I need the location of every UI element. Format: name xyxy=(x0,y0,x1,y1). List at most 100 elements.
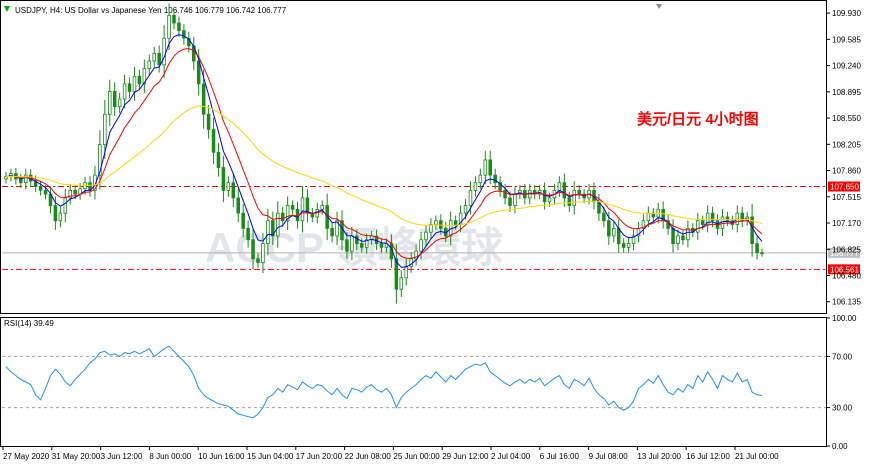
rsi-tick-label: 30.00 xyxy=(832,404,853,413)
candle-body xyxy=(360,243,364,248)
candle-body xyxy=(567,197,572,206)
x-tick-label: 21 Jul 00:00 xyxy=(735,452,779,461)
candle-body xyxy=(43,189,48,195)
candle-body xyxy=(231,182,236,199)
y-tick-label: 107.515 xyxy=(832,193,861,202)
candle-body xyxy=(24,174,28,184)
candle-body xyxy=(19,178,23,184)
candle-body xyxy=(355,235,359,244)
y-tick-label: 109.585 xyxy=(832,35,861,44)
candle-body xyxy=(73,189,77,195)
candle-body xyxy=(434,220,438,225)
x-tick-label: 17 Jun 20:00 xyxy=(296,452,343,461)
candle-body xyxy=(483,159,488,176)
candle-body xyxy=(676,235,680,244)
y-tick-label: 107.860 xyxy=(832,167,861,176)
candle-body xyxy=(112,91,117,108)
candle-body xyxy=(350,235,354,252)
candle-body xyxy=(419,239,423,252)
candle-body xyxy=(404,265,408,279)
candle-body xyxy=(557,182,562,191)
candle-body xyxy=(251,239,255,260)
candle-body xyxy=(696,220,700,233)
candle-body xyxy=(177,22,181,32)
candle-body xyxy=(503,189,507,199)
candle-body xyxy=(379,243,384,248)
candle-body xyxy=(241,212,245,229)
y-tick-label: 106.825 xyxy=(832,245,861,254)
y-tick-label: 108.550 xyxy=(832,114,861,123)
y-tick-label: 108.205 xyxy=(832,140,861,149)
candle-body xyxy=(700,220,705,225)
candle-body xyxy=(725,216,730,222)
candle-body xyxy=(157,53,161,66)
candle-body xyxy=(488,159,492,176)
rsi-tick-label: 70.00 xyxy=(832,352,853,361)
y-tick-label: 106.135 xyxy=(832,298,861,307)
candle-body xyxy=(453,220,458,225)
rsi-tick-label: 0.00 xyxy=(832,442,848,451)
x-tick-label: 10 Jun 16:00 xyxy=(198,452,245,461)
candle-body xyxy=(602,212,606,222)
x-tick-label: 13 Jul 20:00 xyxy=(637,452,681,461)
symbol-info: USDJPY, H4: US Dollar vs Japanese Yen 10… xyxy=(15,6,287,15)
candle-body xyxy=(236,197,240,214)
candle-body xyxy=(167,15,171,39)
candle-body xyxy=(221,167,226,191)
chart-canvas: USDJPY, H4: US Dollar vs Japanese Yen 10… xyxy=(0,0,861,461)
candle-body xyxy=(345,239,349,252)
candle-body xyxy=(572,189,576,206)
candle-body xyxy=(63,197,68,214)
candle-body xyxy=(58,212,63,222)
candle-body xyxy=(206,113,211,130)
candle-body xyxy=(562,182,567,199)
candle-body xyxy=(330,227,334,237)
candle-body xyxy=(646,212,651,222)
candle-body xyxy=(256,258,260,263)
candle-body xyxy=(132,75,137,92)
x-tick-label: 25 Jun 00:00 xyxy=(393,452,440,461)
candle-body xyxy=(226,182,231,191)
candle-body xyxy=(103,113,107,146)
candle-body xyxy=(211,129,216,153)
candle-body xyxy=(399,277,404,290)
candle-body xyxy=(439,220,443,229)
y-tick-label: 107.170 xyxy=(832,219,861,228)
candle-body xyxy=(137,75,142,85)
x-tick-label: 2 Jul 04:00 xyxy=(491,452,531,461)
candle-body xyxy=(671,227,675,244)
candle-body xyxy=(122,83,127,100)
candle-body xyxy=(577,189,581,195)
chart-window: USDJPY, H4: US Dollar vs Japanese Yen 10… xyxy=(0,0,870,464)
x-tick-label: 22 Jun 08:00 xyxy=(345,452,392,461)
x-tick-label: 6 Jul 16:00 xyxy=(540,452,580,461)
candle-body xyxy=(216,151,221,168)
candle-body xyxy=(182,30,186,39)
candle-body xyxy=(468,189,473,206)
rsi-tick-label: 100.00 xyxy=(832,314,857,323)
candle-body xyxy=(127,83,132,92)
candle-body xyxy=(266,220,270,244)
candle-body xyxy=(478,174,483,184)
y-tick-label: 106.480 xyxy=(832,271,861,280)
level-price-label: 107.650 xyxy=(830,183,859,192)
candle-body xyxy=(473,182,478,191)
x-tick-label: 27 May 2020 xyxy=(3,452,50,461)
candle-body xyxy=(547,197,552,203)
x-tick-label: 16 Jul 12:00 xyxy=(686,452,730,461)
candle-body xyxy=(429,224,433,233)
candle-body xyxy=(83,182,87,190)
y-tick-label: 109.930 xyxy=(832,9,861,18)
candle-body xyxy=(320,205,324,210)
candle-body xyxy=(612,227,616,237)
x-tick-label: 29 Jun 12:00 xyxy=(442,452,489,461)
candle-body xyxy=(755,243,759,254)
x-tick-label: 9 Jul 08:00 xyxy=(589,452,629,461)
candle-body xyxy=(261,243,265,263)
y-tick-label: 109.240 xyxy=(832,62,861,71)
candle-body xyxy=(53,205,58,222)
x-tick-label: 31 May 20:00 xyxy=(52,452,101,461)
candle-body xyxy=(117,98,122,108)
candle-body xyxy=(280,212,285,222)
candle-body xyxy=(513,193,517,206)
